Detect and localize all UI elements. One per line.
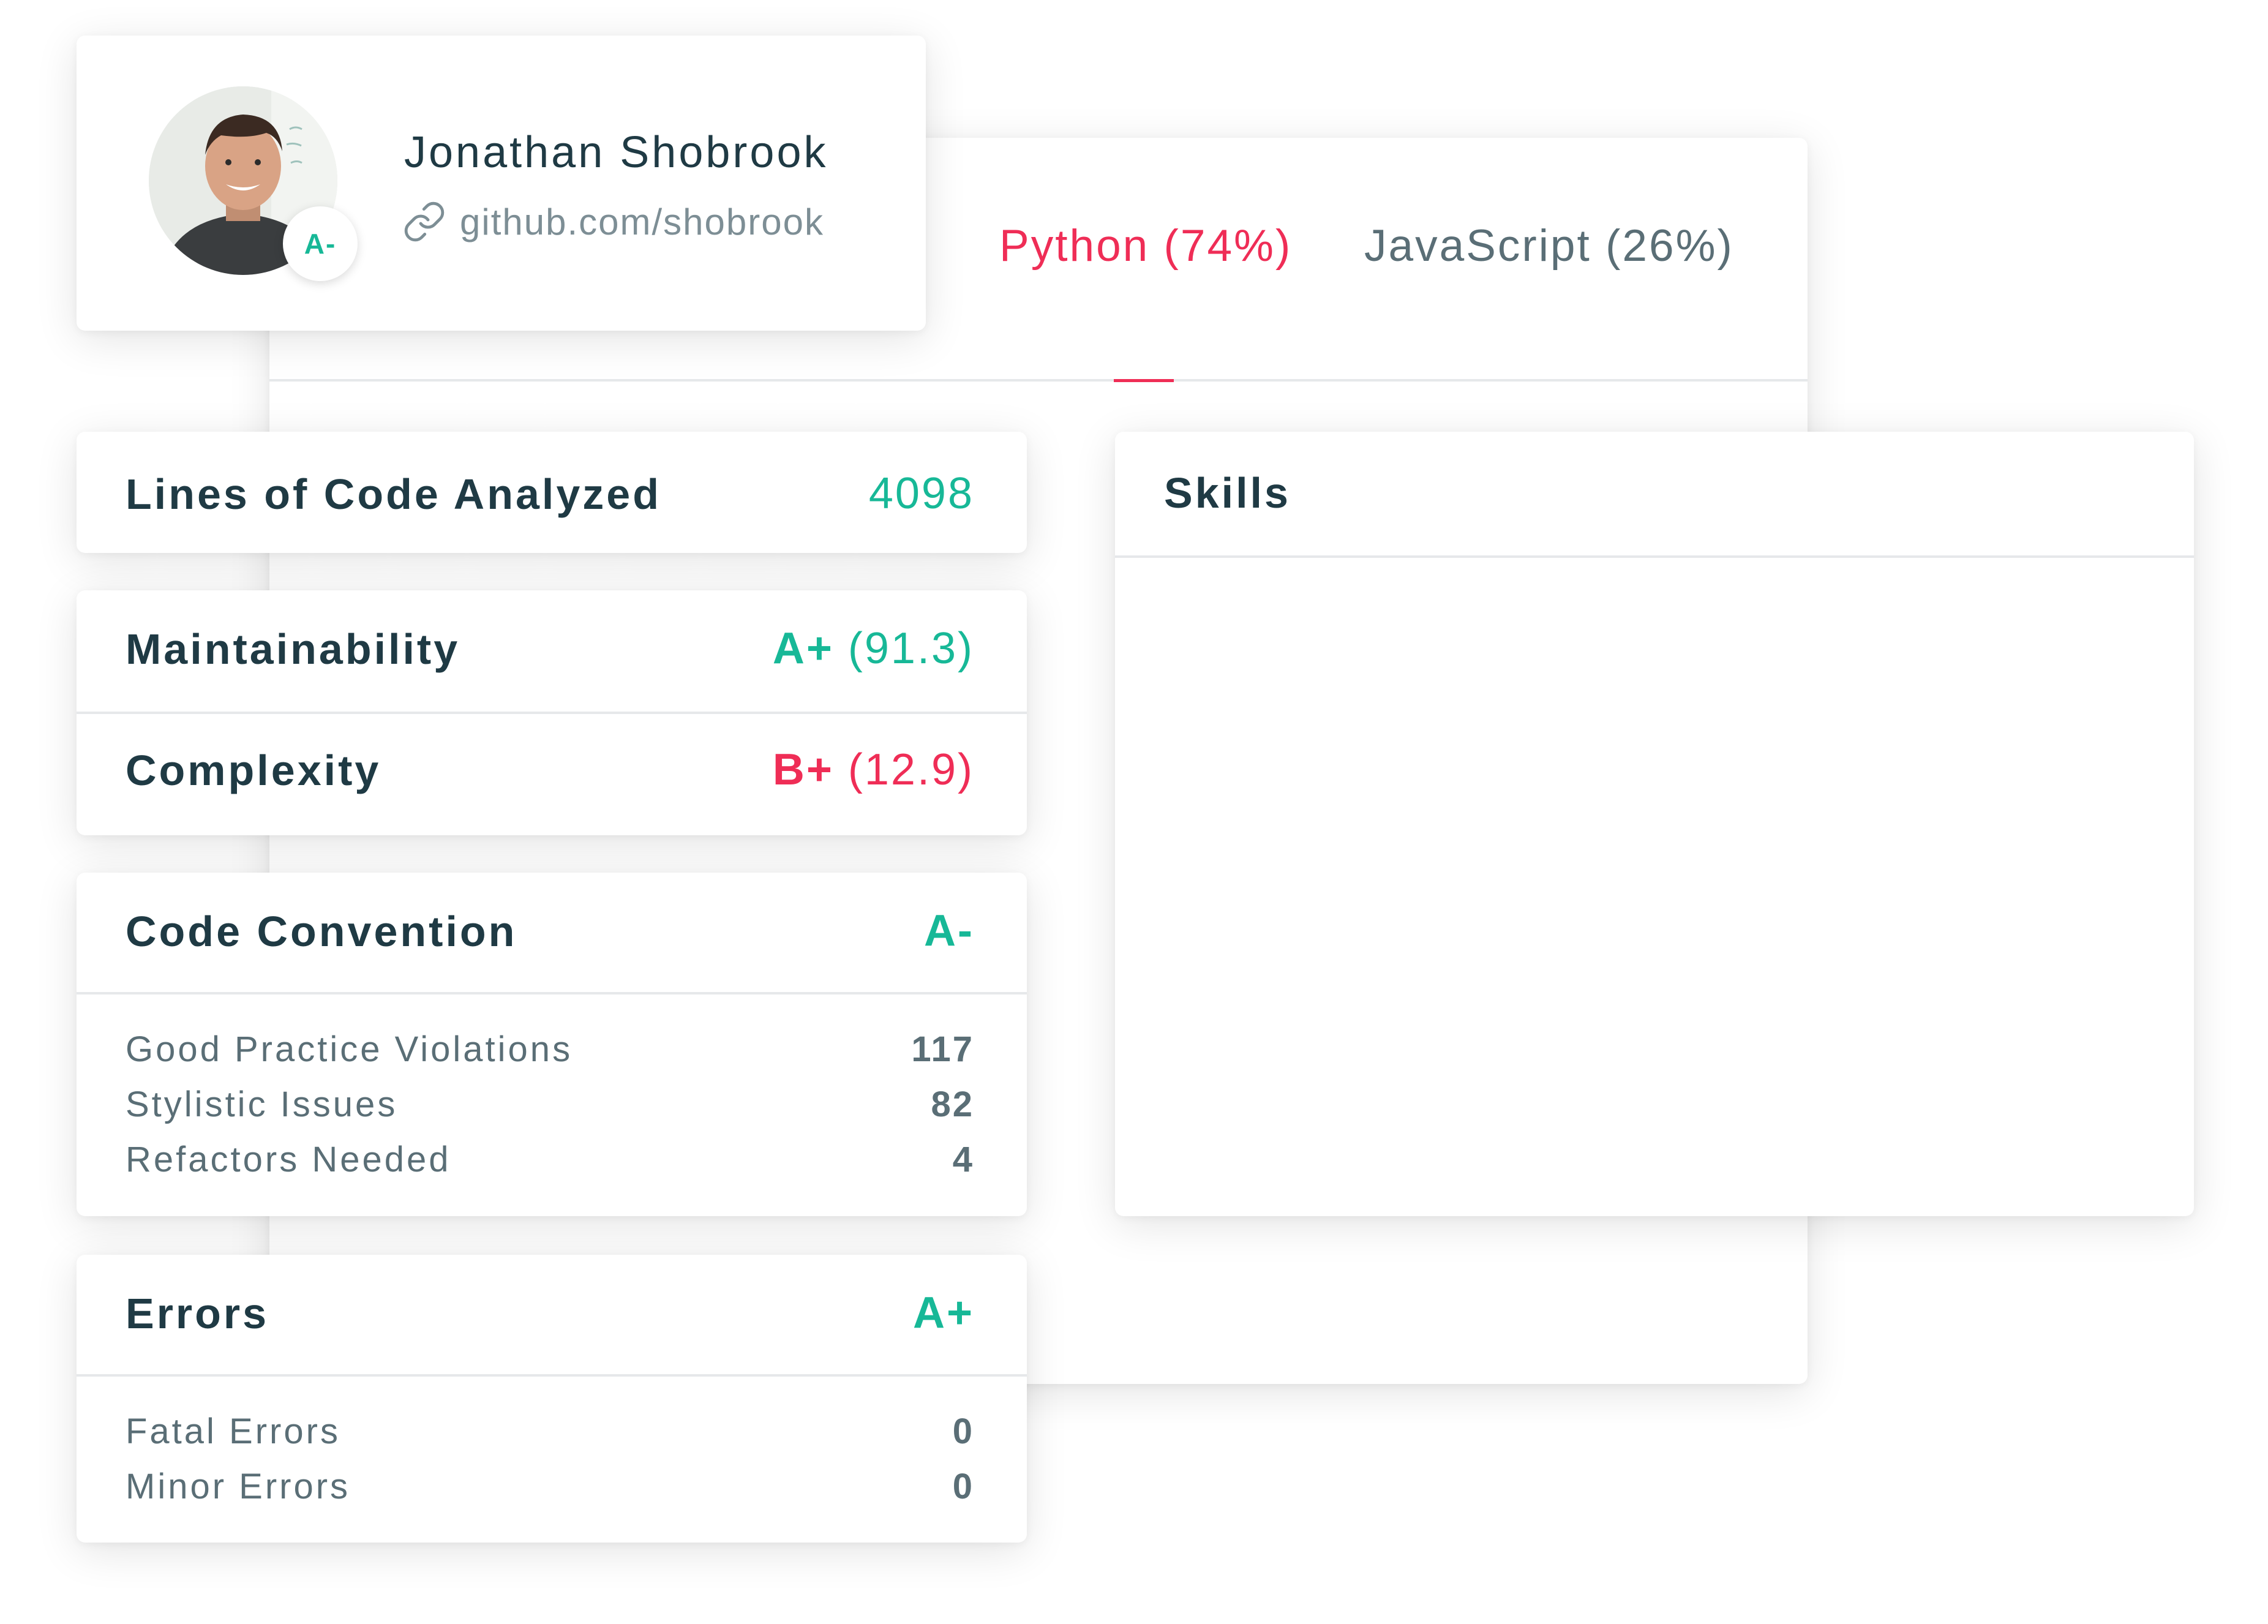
- lines-of-code-label: Lines of Code Analyzed: [126, 470, 661, 518]
- code-convention-header: Code Convention A-: [77, 873, 1027, 992]
- tab-python[interactable]: Python (74%): [999, 220, 1292, 271]
- skills-card: Skills: [1115, 432, 2194, 1216]
- lines-of-code-card: Lines of Code Analyzed 4098: [77, 432, 1027, 553]
- lines-of-code-row: Lines of Code Analyzed 4098: [77, 432, 1027, 553]
- code-convention-card: Code Convention A- Good Practice Violati…: [77, 873, 1027, 1216]
- divider: [77, 992, 1027, 994]
- profile-link-text: github.com/shobrook: [460, 201, 824, 242]
- complexity-value: B+ (12.9): [773, 745, 974, 795]
- complexity-row: Complexity B+ (12.9): [77, 714, 1027, 835]
- minor-errors-label: Minor Errors: [126, 1467, 351, 1506]
- complexity-grade: B+: [772, 745, 834, 794]
- refactors-needed-value: 4: [952, 1140, 974, 1179]
- tab-javascript[interactable]: JavaScript (26%): [1364, 220, 1734, 271]
- good-practice-violations-value: 117: [911, 1029, 974, 1069]
- complexity-label: Complexity: [126, 746, 381, 794]
- maintainability-grade: A+: [772, 624, 834, 673]
- maintainability-label: Maintainability: [126, 625, 460, 673]
- profile-card: A- Jonathan Shobrook github.com/shobrook: [77, 36, 926, 331]
- code-convention-grade: A-: [924, 906, 974, 955]
- code-convention-title: Code Convention: [126, 908, 517, 955]
- good-practice-violations-label: Good Practice Violations: [126, 1029, 573, 1069]
- errors-grade: A+: [912, 1288, 974, 1337]
- maintainability-value: A+ (91.3): [773, 623, 974, 674]
- quality-metrics-card: Maintainability A+ (91.3) Complexity B+ …: [77, 590, 1027, 835]
- errors-title: Errors: [126, 1290, 269, 1337]
- stylistic-issues-value: 82: [931, 1085, 974, 1124]
- profile-link[interactable]: github.com/shobrook: [402, 200, 824, 244]
- errors-header: Errors A+: [77, 1255, 1027, 1374]
- active-tab-indicator: [1114, 379, 1174, 382]
- complexity-score: (12.9): [847, 745, 974, 794]
- errors-card: Errors A+ Fatal Errors 0 Minor Errors 0: [77, 1255, 1027, 1543]
- lines-of-code-value: 4098: [868, 469, 974, 518]
- link-icon: [404, 201, 445, 242]
- maintainability-row: Maintainability A+ (91.3): [77, 590, 1027, 712]
- fatal-errors-label: Fatal Errors: [126, 1412, 340, 1451]
- divider: [77, 1374, 1027, 1377]
- stylistic-issues-label: Stylistic Issues: [126, 1085, 398, 1124]
- overall-grade-badge: A-: [283, 206, 358, 281]
- profile-name: Jonathan Shobrook: [404, 128, 828, 177]
- minor-errors-value: 0: [952, 1467, 974, 1506]
- divider: [1115, 555, 2194, 558]
- fatal-errors-value: 0: [952, 1412, 974, 1451]
- skills-title: Skills: [1164, 469, 1291, 517]
- refactors-needed-label: Refactors Needed: [126, 1140, 451, 1179]
- maintainability-score: (91.3): [847, 624, 974, 673]
